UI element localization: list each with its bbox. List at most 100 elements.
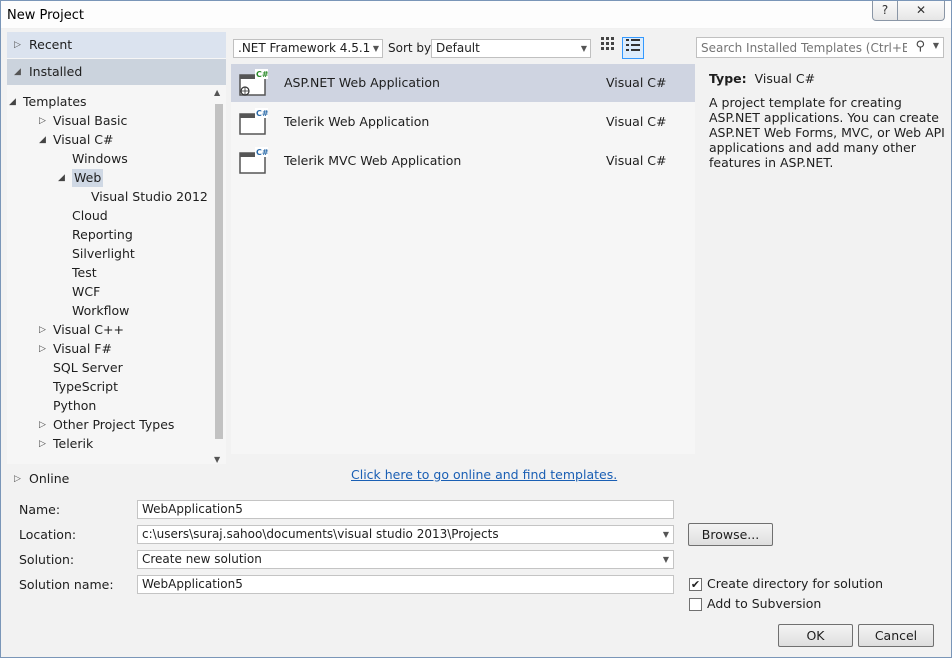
expand-arrow-icon[interactable]: ▷ [39,435,46,453]
tree-item[interactable]: Python [53,397,96,415]
tree-item[interactable]: ▷ Visual C++ [39,321,124,339]
tree-item-label: Telerik [53,436,94,451]
online-templates-link[interactable]: Click here to go online and find templat… [351,467,617,482]
expand-arrow-icon[interactable]: ▷ [39,340,46,358]
grid-view-icon [601,37,614,50]
scroll-thumb[interactable] [215,104,223,439]
collapse-arrow-icon[interactable]: ◢ [9,93,16,111]
add-to-subversion-checkbox[interactable] [689,598,702,611]
tree-item[interactable]: Visual Studio 2012 [91,188,208,206]
tree-item-label: Visual C# [53,132,114,147]
sort-value: Default [436,41,480,55]
search-box[interactable]: ⚲ ▼ [696,37,944,58]
template-item[interactable]: C# Telerik MVC Web Application Visual C# [231,142,695,180]
framework-value: .NET Framework 4.5.1 [238,41,371,55]
template-item[interactable]: C# ASP.NET Web Application Visual C# [231,64,695,102]
collapse-arrow-icon: ◢ [14,67,21,77]
template-name: ASP.NET Web Application [284,75,440,90]
tree-item[interactable]: Workflow [72,302,129,320]
template-language: Visual C# [606,153,667,168]
tree-item[interactable]: Cloud [72,207,108,225]
tree-item-label: Visual F# [53,341,112,356]
tree-item[interactable]: ▷ Visual F# [39,340,112,358]
expand-arrow-icon[interactable]: ▷ [39,416,46,434]
tree-item[interactable]: Test [72,264,97,282]
help-button[interactable]: ? [872,1,898,21]
category-online-label: Online [29,471,70,486]
small-icons-view-button[interactable] [597,37,619,59]
expand-arrow-icon[interactable]: ▷ [39,321,46,339]
tree-item-label: Python [53,398,97,413]
solution-name-field[interactable]: WebApplication5 [137,575,674,594]
template-tree: ◢ Templates ▷ Visual Basic ◢ Visual C# Windows… [7,88,211,464]
new-project-dialog: New Project ? ✕ ▷ Recent ◢ Installed ◢ Te… [0,0,952,658]
search-input[interactable] [697,38,907,57]
close-button[interactable]: ✕ [897,1,945,21]
create-directory-checkbox[interactable]: ✔ [689,578,702,591]
location-field[interactable]: c:\users\suraj.sahoo\documents\visual st… [137,525,674,544]
tree-item-label: Silverlight [72,246,135,261]
expand-arrow-icon: ▷ [14,40,21,50]
tree-item-label: Visual Studio 2012 [91,189,208,204]
chevron-down-icon[interactable]: ▼ [933,41,939,50]
tree-item[interactable]: WCF [72,283,100,301]
category-online[interactable]: ▷ Online [7,468,226,490]
cancel-button[interactable]: Cancel [858,624,934,647]
collapse-arrow-icon[interactable]: ◢ [39,131,46,149]
list-view-button[interactable] [622,37,644,59]
solution-name-label: Solution name: [19,577,114,592]
solution-select[interactable]: Create new solution ▼ [137,550,674,569]
tree-item-label: WCF [72,284,101,299]
chevron-down-icon[interactable]: ▼ [663,526,669,543]
tree-item-label: Cloud [72,208,108,223]
scroll-down-icon[interactable]: ▼ [214,455,220,464]
framework-select[interactable]: .NET Framework 4.5.1 ▼ [233,39,383,58]
tree-item-label: Visual C++ [53,322,124,337]
tree-item-label: TypeScript [53,379,118,394]
tree-item[interactable]: ▷ Other Project Types [39,416,174,434]
tree-scrollbar[interactable]: ▲ ▼ [212,88,226,464]
expand-arrow-icon: ▷ [14,474,21,484]
name-field[interactable]: WebApplication5 [137,500,674,519]
tree-item-label: Windows [72,151,128,166]
tree-item[interactable]: ◢ Web [58,169,104,187]
category-recent[interactable]: ▷ Recent [7,32,226,58]
category-installed[interactable]: ◢ Installed [7,59,226,85]
tree-item[interactable]: Reporting [72,226,133,244]
tree-item-label: Test [72,265,97,280]
tree-item[interactable]: ◢ Visual C# [39,131,114,149]
aspnet-project-icon: C# [239,69,269,97]
search-icon[interactable]: ⚲ [915,39,925,54]
ok-button[interactable]: OK [778,624,853,647]
tree-item-label: Reporting [72,227,133,242]
chevron-down-icon: ▼ [372,44,379,53]
template-description: A project template for creating ASP.NET … [709,95,945,170]
template-item[interactable]: C# Telerik Web Application Visual C# [231,103,695,141]
location-label: Location: [19,527,77,542]
tree-item[interactable]: ▷ Telerik [39,435,94,453]
tree-item[interactable]: ▷ Visual Basic [39,112,128,130]
template-name: Telerik Web Application [284,114,430,129]
category-pane: ▷ Recent ◢ Installed ◢ Templates ▷ Visual B… [7,32,226,464]
category-recent-label: Recent [29,37,73,52]
tree-item[interactable]: TypeScript [53,378,118,396]
tree-item-label: Templates [23,94,87,109]
tree-item[interactable]: Windows [72,150,128,168]
collapse-arrow-icon[interactable]: ◢ [58,169,65,187]
tree-item-label: Workflow [72,303,130,318]
template-type: Type: Visual C# [709,71,945,86]
tree-item-label: SQL Server [53,360,123,375]
template-name: Telerik MVC Web Application [284,153,462,168]
chevron-down-icon[interactable]: ▼ [663,551,669,568]
tree-item[interactable]: SQL Server [53,359,123,377]
tree-item[interactable]: Silverlight [72,245,135,263]
web-project-icon: C# [239,147,269,175]
sort-select[interactable]: Default ▼ [431,39,591,58]
svg-text:C#: C# [256,109,269,118]
type-value: Visual C# [754,71,816,86]
tree-item[interactable]: ◢ Templates [9,93,87,111]
expand-arrow-icon[interactable]: ▷ [39,112,46,130]
tree-item-label: Visual Basic [53,113,128,128]
browse-button[interactable]: Browse... [688,523,773,546]
scroll-up-icon[interactable]: ▲ [214,88,220,97]
